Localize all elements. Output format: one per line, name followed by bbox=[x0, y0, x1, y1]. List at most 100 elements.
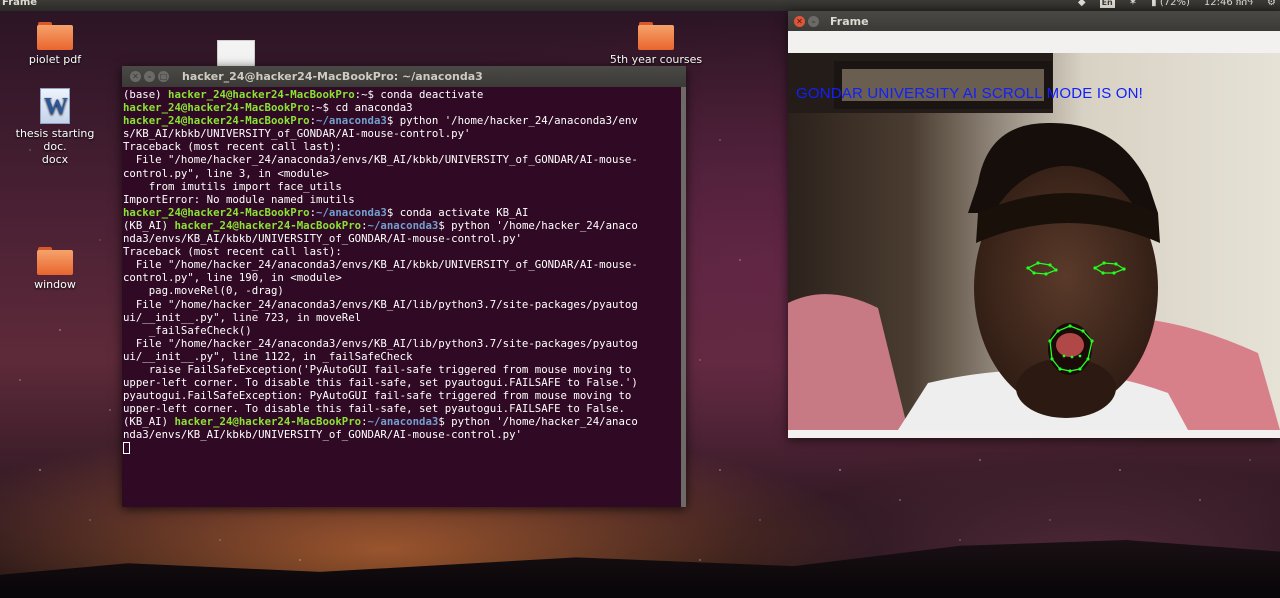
folder-icon bbox=[638, 22, 674, 50]
prompt-user-host: hacker_24@hacker24-MacBookPro bbox=[123, 205, 310, 219]
camera-image bbox=[788, 53, 1280, 430]
prompt-user-host: hacker_24@hacker24-MacBookPro bbox=[123, 114, 310, 128]
terminal-line: (KB_AI) hacker_24@hacker24-MacBookPro:~/… bbox=[123, 219, 686, 232]
word-document-icon: W bbox=[40, 88, 70, 124]
desktop-icon-5th-year-courses[interactable]: 5th year courses bbox=[606, 22, 706, 66]
prompt-directory: ~/anaconda3 bbox=[367, 218, 439, 232]
terminal-line: hacker_24@hacker24-MacBookPro:~$ cd anac… bbox=[123, 101, 686, 114]
frame-titlebar[interactable]: ✕ – Frame bbox=[788, 11, 1280, 31]
prompt-directory: ~/anaconda3 bbox=[367, 415, 439, 429]
frame-title: Frame bbox=[830, 14, 869, 28]
terminal-text: $ python '/home/hacker_24/anaco bbox=[438, 218, 638, 232]
terminal-text: Traceback (most recent call last): bbox=[123, 140, 342, 154]
top-panel: Frame ◆ En ✶ ▮ (72%) 12:46 ክሰዓ ⚙ bbox=[0, 0, 1280, 11]
terminal-text: upper-left corner. To disable this fail-… bbox=[123, 376, 638, 390]
terminal-text: Traceback (most recent call last): bbox=[123, 245, 342, 259]
terminal-text: control.py", line 190, in <module> bbox=[123, 271, 342, 285]
terminal-text: pag.moveRel(0, -drag) bbox=[123, 284, 284, 298]
prompt-user-host: hacker_24@hacker24-MacBookPro bbox=[123, 101, 310, 115]
terminal-text: (KB_AI) bbox=[123, 218, 175, 232]
battery-indicator[interactable]: ▮ (72%) bbox=[1151, 0, 1190, 8]
camera-feed: GONDAR UNIVERSITY AI SCROLL MODE IS ON! bbox=[788, 53, 1280, 430]
bluetooth-icon[interactable]: ✶ bbox=[1129, 0, 1137, 8]
terminal-text: File "/home/hacker_24/anaconda3/envs/KB_… bbox=[123, 297, 638, 311]
terminal-line: pag.moveRel(0, -drag) bbox=[123, 284, 686, 297]
terminal-text: from imutils import face_utils bbox=[123, 179, 342, 193]
keyboard-layout-indicator[interactable]: En bbox=[1099, 0, 1115, 8]
terminal-text: nda3/envs/KB_AI/kbkb/UNIVERSITY_of_GONDA… bbox=[123, 232, 522, 246]
desktop-icon-label: 5th year courses bbox=[609, 53, 703, 66]
prompt-directory: ~/anaconda3 bbox=[316, 205, 387, 219]
terminal-text: pyautogui.FailSafeException: PyAutoGUI f… bbox=[123, 389, 632, 403]
minimize-icon[interactable]: – bbox=[144, 71, 155, 82]
terminal-line: upper-left corner. To disable this fail-… bbox=[123, 376, 686, 389]
terminal-text: upper-left corner. To disable this fail-… bbox=[123, 402, 625, 416]
close-icon[interactable]: ✕ bbox=[794, 15, 805, 27]
wifi-icon[interactable]: ◆ bbox=[1078, 0, 1086, 8]
terminal-line: s/KB_AI/kbkb/UNIVERSITY_of_GONDAR/AI-mou… bbox=[123, 127, 686, 140]
terminal-line: upper-left corner. To disable this fail-… bbox=[123, 402, 686, 415]
battery-icon: ▮ bbox=[1151, 0, 1157, 8]
terminal-line: hacker_24@hacker24-MacBookPro:~/anaconda… bbox=[123, 206, 686, 219]
terminal-text: ui/__init__.py", line 1122, in _failSafe… bbox=[123, 349, 413, 363]
maximize-icon[interactable]: □ bbox=[158, 71, 169, 82]
terminal-text: s/KB_AI/kbkb/UNIVERSITY_of_GONDAR/AI-mou… bbox=[123, 127, 471, 141]
terminal-line: nda3/envs/KB_AI/kbkb/UNIVERSITY_of_GONDA… bbox=[123, 232, 686, 245]
terminal-text: nda3/envs/KB_AI/kbkb/UNIVERSITY_of_GONDA… bbox=[123, 428, 522, 442]
desktop-icon-piolet-pdf[interactable]: piolet pdf bbox=[5, 22, 105, 66]
terminal-line: File "/home/hacker_24/anaconda3/envs/KB_… bbox=[123, 153, 686, 166]
terminal-line: File "/home/hacker_24/anaconda3/envs/KB_… bbox=[123, 298, 686, 311]
terminal-line: File "/home/hacker_24/anaconda3/envs/KB_… bbox=[123, 337, 686, 350]
terminal-line: (KB_AI) hacker_24@hacker24-MacBookPro:~/… bbox=[123, 415, 686, 428]
terminal-window[interactable]: ✕ – □ hacker_24@hacker24-MacBookPro: ~/a… bbox=[122, 66, 686, 507]
terminal-titlebar[interactable]: ✕ – □ hacker_24@hacker24-MacBookPro: ~/a… bbox=[122, 66, 686, 87]
prompt-user-host: hacker_24@hacker24-MacBookPro bbox=[174, 218, 362, 232]
terminal-output[interactable]: (base) hacker_24@hacker24-MacBookPro:~$ … bbox=[122, 87, 686, 507]
document-thumbnail-icon bbox=[217, 40, 255, 68]
scroll-mode-overlay-text: GONDAR UNIVERSITY AI SCROLL MODE IS ON! bbox=[796, 85, 1144, 102]
terminal-line: control.py", line 190, in <module> bbox=[123, 271, 686, 284]
prompt-directory: ~/anaconda3 bbox=[316, 114, 387, 128]
terminal-text: control.py", line 3, in <module> bbox=[123, 166, 329, 180]
desktop-icon-label: piolet pdf bbox=[28, 53, 82, 66]
terminal-line: Traceback (most recent call last): bbox=[123, 140, 686, 153]
terminal-line: control.py", line 3, in <module> bbox=[123, 167, 686, 180]
terminal-line: _failSafeCheck() bbox=[123, 324, 686, 337]
terminal-text: File "/home/hacker_24/anaconda3/envs/KB_… bbox=[123, 153, 638, 167]
prompt-user-host: hacker_24@hacker24-MacBookPro bbox=[174, 415, 362, 429]
terminal-line: raise FailSafeException('PyAutoGUI fail-… bbox=[123, 363, 686, 376]
terminal-text: _failSafeCheck() bbox=[123, 323, 252, 337]
desktop-icon-window[interactable]: window bbox=[5, 247, 105, 291]
terminal-text: :~$ conda deactivate bbox=[354, 88, 484, 101]
desktop-icon-label: window bbox=[34, 278, 76, 291]
terminal-text: File "/home/hacker_24/anaconda3/envs/KB_… bbox=[123, 258, 638, 272]
folder-icon bbox=[37, 247, 73, 275]
terminal-line: from imutils import face_utils bbox=[123, 180, 686, 193]
terminal-line: nda3/envs/KB_AI/kbkb/UNIVERSITY_of_GONDA… bbox=[123, 428, 686, 441]
active-app-title[interactable]: Frame bbox=[2, 0, 37, 8]
terminal-text: $ python '/home/hacker_24/anaconda3/env bbox=[386, 114, 638, 128]
desktop-icon-label: thesis starting doc. docx bbox=[15, 127, 95, 166]
clock[interactable]: 12:46 ክሰዓ bbox=[1204, 0, 1253, 8]
frame-window[interactable]: ✕ – Frame GONDAR UNIVERSITY AI SCROLL MO… bbox=[788, 11, 1280, 438]
prompt-user-host: hacker_24@hacker24-MacBookPro bbox=[168, 88, 355, 101]
terminal-scrollbar[interactable] bbox=[681, 87, 686, 507]
terminal-line: pyautogui.FailSafeException: PyAutoGUI f… bbox=[123, 389, 686, 402]
terminal-input-line[interactable] bbox=[123, 441, 686, 455]
panel-indicators: ◆ En ✶ ▮ (72%) 12:46 ክሰዓ ⚙ bbox=[1078, 0, 1276, 8]
terminal-line: Traceback (most recent call last): bbox=[123, 245, 686, 258]
terminal-line: File "/home/hacker_24/anaconda3/envs/KB_… bbox=[123, 258, 686, 271]
terminal-text: $ conda activate KB_AI bbox=[386, 205, 529, 219]
terminal-title: hacker_24@hacker24-MacBookPro: ~/anacond… bbox=[182, 70, 483, 83]
scrollbar-thumb[interactable] bbox=[681, 87, 686, 507]
minimize-icon[interactable]: – bbox=[808, 15, 819, 27]
close-icon[interactable]: ✕ bbox=[130, 71, 141, 82]
terminal-line: ui/__init__.py", line 1122, in _failSafe… bbox=[123, 350, 686, 363]
battery-percentage: (72%) bbox=[1159, 0, 1190, 8]
desktop-icon-thesis-doc[interactable]: W thesis starting doc. docx bbox=[5, 88, 105, 166]
terminal-text: :~$ cd anaconda3 bbox=[309, 101, 413, 115]
terminal-text: (base) bbox=[123, 88, 169, 101]
settings-gear-icon[interactable]: ⚙ bbox=[1267, 0, 1276, 8]
terminal-cursor bbox=[123, 441, 130, 454]
terminal-text: ImportError: No module named imutils bbox=[123, 192, 355, 206]
